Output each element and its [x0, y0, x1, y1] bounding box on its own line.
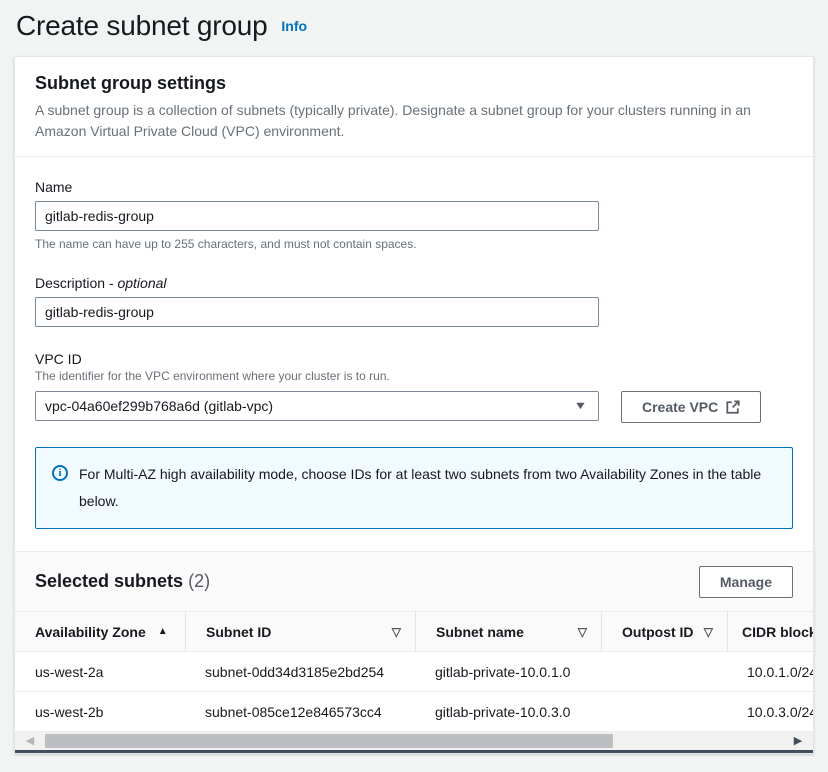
vpc-label: VPC ID	[35, 351, 793, 367]
vpc-field-group: VPC ID The identifier for the VPC enviro…	[35, 351, 793, 423]
cell-subnet-id: subnet-085ce12e846573cc4	[185, 704, 415, 720]
name-label: Name	[35, 179, 793, 195]
column-header-subnet-name[interactable]: Subnet name ▽	[415, 612, 601, 651]
settings-heading: Subnet group settings	[35, 73, 793, 94]
vpc-select[interactable]: vpc-04a60ef299b768a6d (gitlab-vpc) ▼	[35, 391, 599, 421]
alert-text: For Multi-AZ high availability mode, cho…	[79, 461, 776, 515]
card-bottom-divider	[15, 750, 813, 753]
settings-header: Subnet group settings A subnet group is …	[15, 57, 813, 157]
create-vpc-button[interactable]: Create VPC	[621, 391, 761, 423]
cell-cidr-block: 10.0.3.0/24	[727, 704, 813, 720]
column-header-subnet-id[interactable]: Subnet ID ▽	[185, 612, 415, 651]
page-title: Create subnet group	[16, 10, 267, 41]
table-row[interactable]: us-west-2b subnet-085ce12e846573cc4 gitl…	[15, 692, 813, 732]
manage-button[interactable]: Manage	[699, 566, 793, 598]
optional-suffix: optional	[117, 275, 166, 291]
vpc-hint: The identifier for the VPC environment w…	[35, 369, 793, 383]
scroll-left-arrow-icon[interactable]: ◀	[15, 732, 45, 750]
name-hint: The name can have up to 255 characters, …	[35, 237, 793, 251]
vpc-row: vpc-04a60ef299b768a6d (gitlab-vpc) ▼ Cre…	[35, 391, 793, 423]
sort-icon[interactable]: ▽	[578, 625, 587, 639]
table-header-row: Availability Zone ▲ Subnet ID ▽ Subnet n…	[15, 611, 813, 652]
sort-icon[interactable]: ▽	[392, 625, 401, 639]
name-field-group: Name The name can have up to 255 charact…	[35, 179, 793, 251]
selected-subnets-heading: Selected subnets (2)	[35, 571, 210, 592]
sort-ascending-icon[interactable]: ▲	[158, 626, 168, 637]
horizontal-scrollbar[interactable]: ◀ ▶	[15, 732, 813, 750]
page-header: Create subnet group Info	[0, 0, 828, 56]
info-link[interactable]: Info	[281, 18, 307, 34]
cell-cidr-block: 10.0.1.0/24	[727, 664, 813, 680]
chevron-down-icon: ▼	[573, 400, 587, 412]
description-field-group: Description - optional	[35, 275, 793, 327]
column-header-availability-zone[interactable]: Availability Zone ▲	[15, 612, 185, 651]
cell-availability-zone: us-west-2b	[15, 704, 185, 720]
cell-subnet-id: subnet-0dd34d3185e2bd254	[185, 664, 415, 680]
cell-subnet-name: gitlab-private-10.0.3.0	[415, 704, 601, 720]
selected-subnets-header: Selected subnets (2) Manage	[15, 551, 813, 611]
table-row[interactable]: us-west-2a subnet-0dd34d3185e2bd254 gitl…	[15, 652, 813, 692]
cell-subnet-name: gitlab-private-10.0.1.0	[415, 664, 601, 680]
description-input[interactable]	[35, 297, 599, 327]
name-input[interactable]	[35, 201, 599, 231]
description-label: Description - optional	[35, 275, 793, 291]
vpc-selected-value: vpc-04a60ef299b768a6d (gitlab-vpc)	[45, 398, 273, 414]
settings-description: A subnet group is a collection of subnet…	[35, 100, 793, 142]
subnet-group-card: Subnet group settings A subnet group is …	[14, 56, 814, 754]
info-icon: i	[52, 465, 68, 481]
external-link-icon	[726, 400, 740, 414]
scroll-right-arrow-icon[interactable]: ▶	[783, 732, 813, 750]
column-header-outpost-id[interactable]: Outpost ID ▽	[601, 612, 727, 651]
sort-icon[interactable]: ▽	[704, 625, 713, 639]
subnet-count: (2)	[188, 571, 210, 591]
scrollbar-thumb[interactable]	[45, 734, 613, 748]
column-header-cidr-block[interactable]: CIDR block	[727, 612, 813, 651]
settings-form: Name The name can have up to 255 charact…	[15, 157, 813, 551]
create-vpc-label: Create VPC	[642, 399, 718, 415]
multi-az-info-alert: i For Multi-AZ high availability mode, c…	[35, 447, 793, 529]
cell-availability-zone: us-west-2a	[15, 664, 185, 680]
